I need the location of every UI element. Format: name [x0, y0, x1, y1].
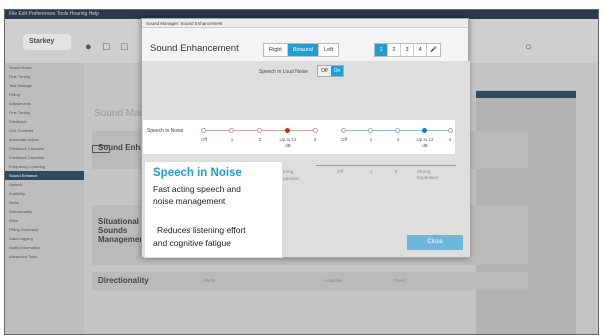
speech-in-noise-row: Speech in Noise Off 1 2 Up to 12 dB 4 Of…	[143, 120, 455, 154]
right-slider-thumb[interactable]	[422, 128, 427, 133]
speech-in-noise-callout: Speech in Noise Fast acting speech and n…	[144, 161, 283, 258]
sidebar-item[interactable]: Adjustments	[5, 99, 84, 108]
close-button[interactable]: Close	[407, 235, 463, 250]
right-slider-stop-1[interactable]	[368, 128, 373, 133]
app-sidebar: Sound Noise Fine Tuning Test Manage Fitting…	[5, 63, 84, 334]
sidebar-item[interactable]: Feedback	[5, 117, 84, 126]
microphone-icon[interactable]: 🎤	[427, 44, 440, 56]
side-selector: Right Binaural Left	[263, 43, 340, 57]
sidebar-item[interactable]: Wind	[5, 216, 84, 225]
left-slider-stop-0[interactable]	[201, 128, 206, 133]
sidebar-item[interactable]: Speech	[5, 180, 84, 189]
dialog-titlebar: Sound Manager: Sound Enhancement	[142, 19, 468, 28]
sidebar-item[interactable]: Noise	[5, 198, 84, 207]
toggle-off-button[interactable]: Off	[318, 66, 331, 76]
left-tick-2: 2	[258, 137, 262, 142]
left-tick-1: 1	[230, 137, 234, 142]
sidebar-item[interactable]: Feedback Canceller	[5, 153, 84, 162]
right-slider-stop-0[interactable]	[341, 128, 346, 133]
program-selector: 1 2 3 4 🎤	[374, 43, 441, 57]
sidebar-item[interactable]: Directionality	[5, 207, 84, 216]
user-icon[interactable]: ●	[85, 41, 92, 53]
program-3-button[interactable]: 3	[401, 44, 414, 56]
left-slider-stop-1[interactable]	[229, 128, 234, 133]
program-1-button[interactable]: 1	[375, 44, 388, 56]
speech-in-loud-noise-toggle: Off On	[317, 65, 345, 77]
speech-in-loud-noise-label: Speech in Loud Noise	[259, 69, 308, 75]
sidebar-item[interactable]: Notify Information	[5, 243, 84, 252]
sidebar-item[interactable]: Sound Enhance	[5, 171, 84, 180]
sidebar-item[interactable]: Test Manage	[5, 81, 84, 90]
faded-tick-strong: Strong Expansion	[417, 169, 439, 180]
callout-title: Speech in Noise	[153, 167, 242, 179]
faded-tick-2: 2	[395, 169, 398, 174]
right-tick-off: Off	[341, 137, 347, 142]
bg-column-header	[476, 91, 576, 98]
callout-line-4: and cognitive fatigue	[153, 238, 231, 248]
sidebar-item[interactable]: Fitting Summary	[5, 225, 84, 234]
sidebar-item[interactable]: Frequency Lowering	[5, 162, 84, 171]
document-icon[interactable]: □	[103, 41, 110, 53]
program-4-button[interactable]: 4	[414, 44, 427, 56]
toggle-on-button[interactable]: On	[330, 66, 344, 76]
side-left-button[interactable]: Left	[319, 44, 338, 56]
sidebar-item[interactable]: Advanced Tools	[5, 252, 84, 261]
left-tick-4: 4	[313, 137, 317, 142]
faded-tick-1: 1	[370, 169, 373, 174]
side-right-button[interactable]: Right	[264, 44, 288, 56]
left-tick-off: Off	[201, 137, 207, 142]
folder-icon[interactable]: □	[121, 41, 128, 53]
dialog-heading: Sound Enhancement	[150, 43, 239, 54]
left-slider-thumb[interactable]	[285, 128, 290, 133]
speech-in-noise-label: Speech in Noise	[147, 128, 184, 134]
right-slider-stop-4[interactable]	[448, 128, 453, 133]
side-binaural-button[interactable]: Binaural	[287, 44, 320, 56]
right-slider-stop-2[interactable]	[395, 128, 400, 133]
callout-line-3: Reduces listening effort	[157, 225, 246, 235]
left-tick-max: Up to 12 dB	[279, 137, 297, 148]
sidebar-item[interactable]: Fitting	[5, 90, 84, 99]
sidebar-item[interactable]: Audibility	[5, 189, 84, 198]
sidebar-item[interactable]: Sound Noise	[5, 63, 84, 72]
right-tick-4: 4	[448, 137, 452, 142]
sidebar-item[interactable]: Fine Tuning	[5, 108, 84, 117]
sidebar-item[interactable]: Automatic Adjust	[5, 135, 84, 144]
sidebar-item[interactable]: Live Contexts	[5, 126, 84, 135]
faded-tick-off: Off	[337, 169, 343, 174]
right-tick-2: 2	[396, 137, 400, 142]
left-slider-stop-4[interactable]	[313, 128, 318, 133]
callout-line-2: noise management	[153, 196, 226, 206]
callout-line-1: Fast acting speech and	[153, 184, 241, 194]
sidebar-item[interactable]: Data Logging	[5, 234, 84, 243]
connect-icon[interactable]: ○	[525, 41, 532, 53]
faded-track	[316, 165, 456, 166]
highlight-pointer	[92, 145, 110, 153]
program-2-button[interactable]: 2	[388, 44, 401, 56]
bg-row-directionality: Directionality Mode Adaptive Fixed	[92, 272, 528, 290]
sidebar-item[interactable]: Feedback Canceller	[5, 144, 84, 153]
left-slider-stop-2[interactable]	[257, 128, 262, 133]
sidebar-item[interactable]: Fine Tuning	[5, 72, 84, 81]
app-logo: Starkey	[23, 34, 71, 50]
right-tick-max: Up to 12 dB	[416, 137, 434, 148]
right-tick-1: 1	[369, 137, 373, 142]
